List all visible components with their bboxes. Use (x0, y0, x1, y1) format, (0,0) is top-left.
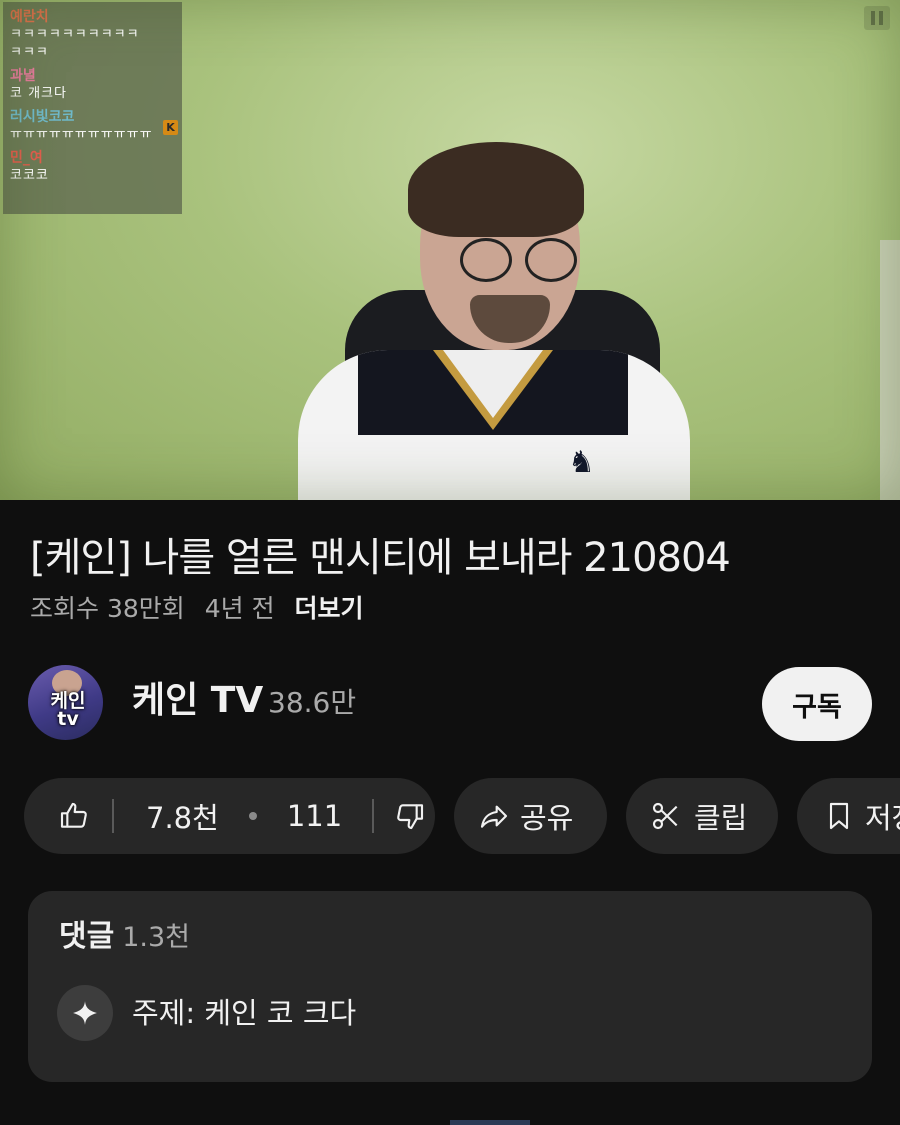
comments-label: 댓글 (59, 919, 115, 954)
sparkle-glyph (73, 1001, 97, 1025)
clip-button[interactable]: 클립 (626, 778, 778, 854)
view-count: 조회수 38만회 (30, 594, 185, 623)
video-vignette (0, 0, 900, 500)
subscribe-button[interactable]: 구독 (762, 667, 872, 741)
save-label: 저장 (865, 801, 900, 835)
upload-age: 4년 전 (204, 594, 275, 623)
count-dot (248, 812, 257, 820)
channel-row: 케인 tv 케인 TV 38.6만 구독 (28, 665, 872, 741)
comments-header: 댓글 1.3천 (59, 917, 190, 958)
thumbs-down-icon[interactable] (394, 800, 426, 832)
comment-topic: 주제: 케인 코 크다 (132, 996, 357, 1030)
scissors-icon (652, 802, 678, 830)
next-content-thumbnail-edge (450, 1120, 530, 1125)
clip-label: 클립 (694, 801, 748, 835)
save-button[interactable]: 저장 (797, 778, 900, 854)
like-count[interactable]: 7.8천 (146, 795, 219, 837)
video-title: [케인] 나를 얼른 맨시티에 보내라 210804 (30, 535, 731, 581)
like-separator (112, 799, 114, 833)
subscriber-count: 38.6만 (268, 686, 357, 719)
comments-count: 1.3천 (122, 922, 190, 953)
dislike-count[interactable]: 111 (287, 799, 342, 833)
like-dislike-pill: 7.8천 111 (24, 778, 435, 854)
avatar-logo-text: 케인 tv (50, 690, 86, 730)
share-arrow-icon (480, 805, 508, 828)
channel-name[interactable]: 케인 TV (132, 679, 263, 723)
channel-avatar[interactable]: 케인 tv (28, 665, 103, 740)
video-player[interactable]: ♞ 예란치 ㅋㅋㅋㅋㅋㅋㅋㅋㅋㅋ ㅋㅋㅋ 과녈 코 개크다 러시빛코코 ㅠㅠㅠㅠ… (0, 0, 900, 500)
sparkle-icon (57, 985, 113, 1041)
comments-card[interactable]: 댓글 1.3천 주제: 케인 코 크다 (28, 891, 872, 1082)
action-bar: 7.8천 111 공유 클립 저장 (24, 778, 900, 854)
share-button[interactable]: 공유 (454, 778, 607, 854)
share-label: 공유 (520, 801, 574, 835)
dislike-separator (372, 799, 375, 833)
more-link[interactable]: 더보기 (295, 594, 364, 623)
bookmark-icon (829, 802, 849, 830)
video-meta: 조회수 38만회 4년 전 더보기 (30, 592, 376, 626)
thumbs-up-icon[interactable] (58, 800, 90, 832)
